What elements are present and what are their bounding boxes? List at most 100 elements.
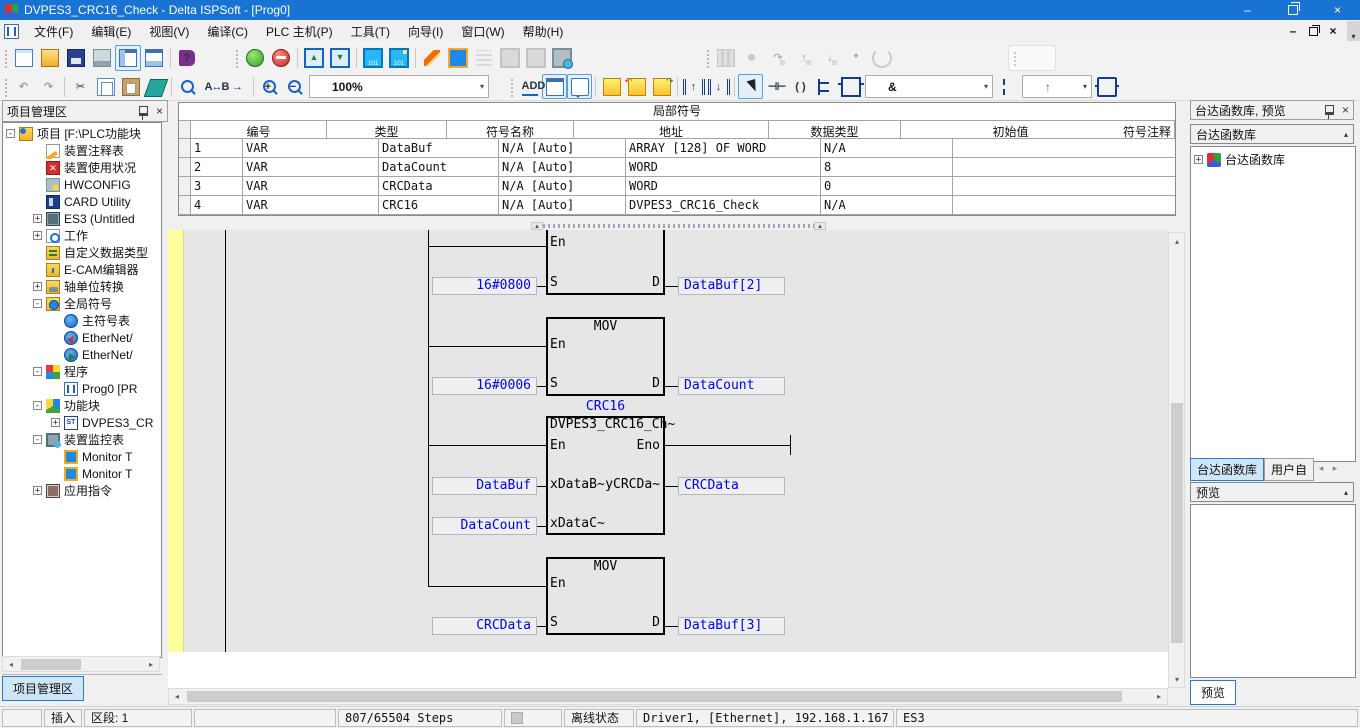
zoom-in-button[interactable]: +	[257, 74, 282, 99]
operand-output-box[interactable]: CRCData	[678, 477, 785, 495]
column-header[interactable]: 数据类型	[769, 121, 901, 139]
tree-item-device-monitor-table[interactable]: - 装置监控表	[3, 431, 161, 448]
save-button[interactable]	[63, 45, 89, 71]
cell-comment[interactable]	[953, 139, 1175, 158]
run-to-cursor-button[interactable]: *	[843, 45, 869, 71]
cell-address[interactable]: N/A [Auto]	[499, 196, 626, 215]
cell-identifier[interactable]: DataCount	[379, 158, 499, 177]
table-row[interactable]: 3 VAR CRCData N/A [Auto] WORD 0	[179, 177, 1175, 196]
symbol-comment-toggle-button[interactable]	[567, 74, 592, 99]
menu-tools[interactable]: 工具(T)	[342, 20, 399, 42]
operand-output-box[interactable]: DataCount	[678, 377, 785, 395]
scroll-left-icon[interactable]: ◂	[4, 658, 18, 670]
tree-item-delta-library[interactable]: + 台达函数库	[1191, 151, 1355, 168]
scroll-left-icon[interactable]: ◂	[170, 690, 184, 703]
tree-toggle[interactable]: +	[33, 282, 42, 291]
next-bookmark-button[interactable]	[649, 74, 674, 99]
collapse-up-icon[interactable]: ▴	[814, 222, 826, 230]
cell-number[interactable]: 2	[191, 158, 243, 177]
run-plc-button[interactable]	[242, 45, 268, 71]
delete-button[interactable]	[143, 74, 168, 99]
splitter-dots[interactable]	[543, 224, 814, 228]
insert-network-below-button[interactable]: ↓	[706, 74, 731, 99]
preview-section-header[interactable]: 预览 ▴	[1190, 482, 1354, 502]
reset-simulator-button[interactable]	[869, 45, 895, 71]
program-vscrollbar[interactable]: ▴ ▾	[1168, 232, 1185, 688]
contact-tool-button[interactable]: ⊣⊢	[763, 74, 788, 99]
fb-instance-label[interactable]: CRC16	[546, 400, 665, 414]
column-header[interactable]: 地址	[574, 121, 769, 139]
tree-item-axis-unit-conversion[interactable]: + 轴单位转换	[3, 278, 161, 295]
tree-toggle[interactable]: +	[51, 418, 60, 427]
cell-class[interactable]: VAR	[243, 196, 379, 215]
operand-output-box[interactable]: DataBuf[3]	[678, 617, 785, 635]
menu-edit[interactable]: 编辑(E)	[82, 20, 140, 42]
previous-bookmark-button[interactable]	[624, 74, 649, 99]
tree-item-tasks[interactable]: + 工作	[3, 227, 161, 244]
cell-address[interactable]: N/A [Auto]	[499, 158, 626, 177]
project-tree-hscrollbar[interactable]: ◂ ▸	[2, 656, 160, 672]
tree-toggle[interactable]: +	[1194, 155, 1203, 164]
redo-button[interactable]: ↷	[36, 74, 61, 99]
device-comment-toggle-button[interactable]	[542, 74, 567, 99]
scroll-thumb[interactable]	[1171, 403, 1183, 643]
coil-tool-button[interactable]: ( )	[788, 74, 813, 99]
copy-button[interactable]	[93, 74, 118, 99]
cell-number[interactable]: 4	[191, 196, 243, 215]
column-header[interactable]: 初始值	[901, 121, 1120, 139]
zoom-out-button[interactable]: −	[282, 74, 307, 99]
cell-comment[interactable]	[953, 177, 1175, 196]
step-into-button[interactable]: ↓	[817, 45, 843, 71]
paste-button[interactable]	[118, 74, 143, 99]
tree-item-programs[interactable]: - 程序	[3, 363, 161, 380]
cell-initial-value[interactable]: N/A	[821, 196, 953, 215]
cell-type[interactable]: ARRAY [128] OF WORD	[626, 139, 821, 158]
cell-class[interactable]: VAR	[243, 139, 379, 158]
menu-window[interactable]: 窗口(W)	[452, 20, 513, 42]
scroll-right-icon[interactable]: ▸	[1152, 690, 1166, 703]
cell-initial-value[interactable]: 8	[821, 158, 953, 177]
close-icon[interactable]: ×	[156, 105, 163, 117]
check-program-button[interactable]	[471, 45, 497, 71]
tab-project-management[interactable]: 项目管理区	[2, 676, 84, 701]
tree-item-ethernet-1[interactable]: EtherNet/	[3, 329, 161, 346]
help-book-button[interactable]: ?	[174, 45, 200, 71]
tab-preview[interactable]: 预览	[1190, 680, 1236, 705]
network-tool-button[interactable]	[813, 74, 838, 99]
online-edit-button[interactable]	[445, 45, 471, 71]
tree-item-main-symbol-table[interactable]: 主符号表	[3, 312, 161, 329]
collapse-up-icon[interactable]: ▴	[531, 222, 543, 230]
mdi-close-button[interactable]: ×	[1323, 22, 1343, 40]
pin-icon[interactable]	[139, 106, 148, 116]
menu-file[interactable]: 文件(F)	[25, 20, 82, 42]
step-out-button[interactable]: ↑	[791, 45, 817, 71]
online-monitor-button[interactable]	[386, 45, 412, 71]
mdi-restore-button[interactable]	[1303, 22, 1323, 40]
window-minimize-button[interactable]: –	[1225, 0, 1270, 20]
tree-toggle[interactable]: -	[6, 129, 15, 138]
print-button[interactable]	[89, 45, 115, 71]
tree-item-ethernet-2[interactable]: EtherNet/	[3, 346, 161, 363]
collapse-icon[interactable]: ▴	[1344, 130, 1348, 139]
block-tool-button[interactable]	[1094, 74, 1119, 99]
tab-scroll-right-icon[interactable]: ▸	[1328, 458, 1342, 478]
debug-monitor-alt-button[interactable]	[523, 45, 549, 71]
vertical-line-tool-button[interactable]	[995, 74, 1020, 99]
selection-tool-button[interactable]	[738, 74, 763, 99]
debug-monitor-button[interactable]	[497, 45, 523, 71]
operand-input-box[interactable]: CRCData	[432, 617, 537, 635]
tree-item-dvpes3-crc16-fb[interactable]: + ST DVPES3_CR	[3, 414, 161, 431]
new-project-button[interactable]	[11, 45, 37, 71]
scroll-down-icon[interactable]: ▾	[1170, 672, 1184, 686]
tree-item-prog0[interactable]: Prog0 [PR	[3, 380, 161, 397]
instruction-tool-button[interactable]	[838, 74, 863, 99]
open-project-button[interactable]	[37, 45, 63, 71]
tree-toggle[interactable]: -	[33, 401, 42, 410]
menu-help[interactable]: 帮助(H)	[514, 20, 573, 42]
cell-identifier[interactable]: DataBuf	[379, 139, 499, 158]
tree-toggle[interactable]: +	[33, 231, 42, 240]
download-button[interactable]	[327, 45, 353, 71]
tree-item-custom-data-type[interactable]: 自定义数据类型	[3, 244, 161, 261]
step-over-button[interactable]: ↷	[765, 45, 791, 71]
table-row[interactable]: 4 VAR CRC16 N/A [Auto] DVPES3_CRC16_Chec…	[179, 196, 1175, 215]
